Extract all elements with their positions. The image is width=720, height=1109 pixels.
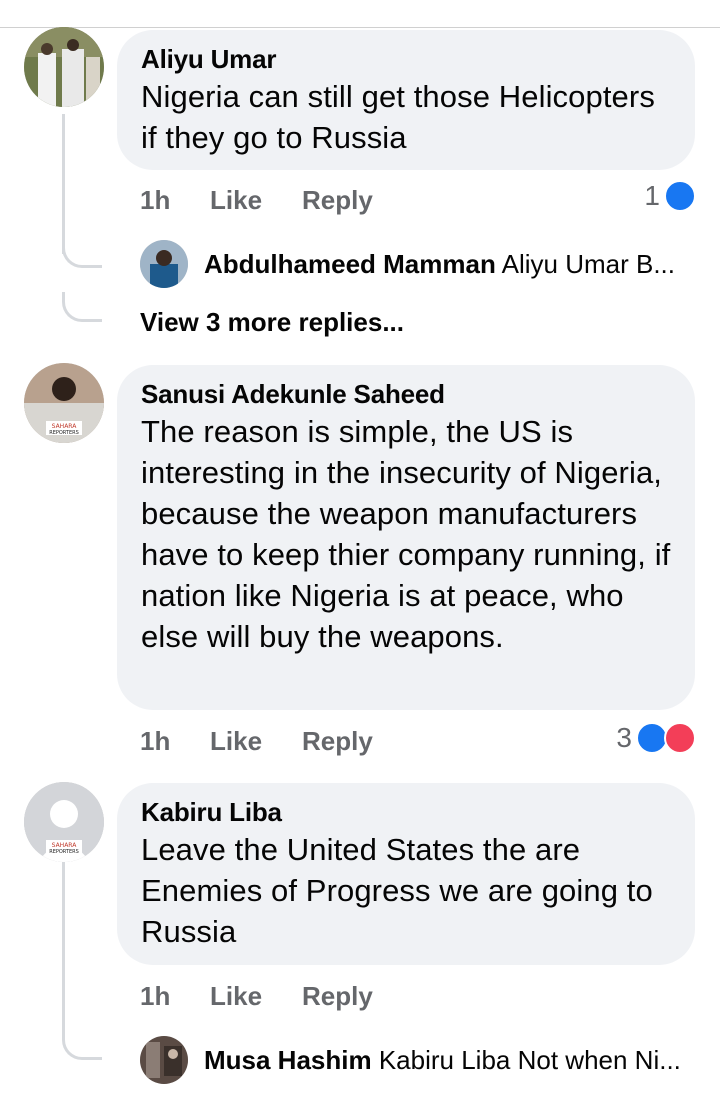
reply-preview[interactable]: Musa Hashim Kabiru Liba Not when Ni... [140,1036,700,1084]
like-button[interactable]: Like [210,726,302,757]
comment-actions: 1h Like Reply [140,981,373,1012]
reply-button[interactable]: Reply [302,981,373,1012]
comment-text: The reason is simple, the US is interest… [141,414,671,654]
thread-line [62,114,65,254]
reply-button[interactable]: Reply [302,726,373,757]
comment-bubble[interactable]: Aliyu Umar Nigeria can still get those H… [117,30,695,170]
comment-author[interactable]: Sanusi Adekunle Saheed [141,379,671,409]
top-divider [0,27,720,28]
like-button[interactable]: Like [210,981,302,1012]
reaction-summary[interactable]: 1 [644,180,696,212]
comment-bubble[interactable]: Kabiru Liba Leave the United States the … [117,783,695,965]
reaction-count: 3 [616,722,632,753]
reaction-summary[interactable]: 3 [616,722,696,754]
thread-curve [62,292,102,322]
svg-text:SAHARA: SAHARA [52,842,78,849]
avatar[interactable] [140,240,188,288]
avatar[interactable]: SAHARA REPORTERS [24,782,104,862]
reply-snippet: Aliyu Umar B... [501,248,675,279]
reply-preview[interactable]: Abdulhameed Mamman Aliyu Umar B... [140,240,700,288]
comment-bubble[interactable]: Sanusi Adekunle Saheed The reason is sim… [117,365,695,710]
reply-snippet: Kabiru Liba Not when Ni... [378,1044,681,1075]
reaction-count: 1 [644,180,660,211]
avatar[interactable] [140,1036,188,1084]
love-reaction-icon [664,722,696,754]
svg-text:REPORTERS: REPORTERS [49,849,79,855]
reply-button[interactable]: Reply [302,185,373,216]
comment-time[interactable]: 1h [140,185,210,216]
comment-text: Leave the United States the are Enemies … [141,832,653,949]
comment-time[interactable]: 1h [140,981,210,1012]
comment-text: Nigeria can still get those Helicopters … [141,79,655,155]
view-more-replies-link[interactable]: View 3 more replies... [140,307,404,338]
thread-line [62,862,65,1037]
thread-curve [62,238,102,268]
avatar[interactable] [24,27,104,107]
thread-curve [62,1030,102,1060]
svg-text:REPORTERS: REPORTERS [49,430,79,436]
reply-author[interactable]: Musa Hashim [204,1045,372,1075]
comment-author[interactable]: Kabiru Liba [141,797,671,827]
comment-time[interactable]: 1h [140,726,210,757]
like-button[interactable]: Like [210,185,302,216]
svg-text:SAHARA: SAHARA [52,423,78,430]
comment-actions: 1h Like Reply [140,185,373,216]
comment-actions: 1h Like Reply [140,726,373,757]
reply-author[interactable]: Abdulhameed Mamman [204,249,496,279]
avatar[interactable]: SAHARA REPORTERS [24,363,104,443]
like-reaction-icon [664,180,696,212]
comment-author[interactable]: Aliyu Umar [141,44,671,74]
